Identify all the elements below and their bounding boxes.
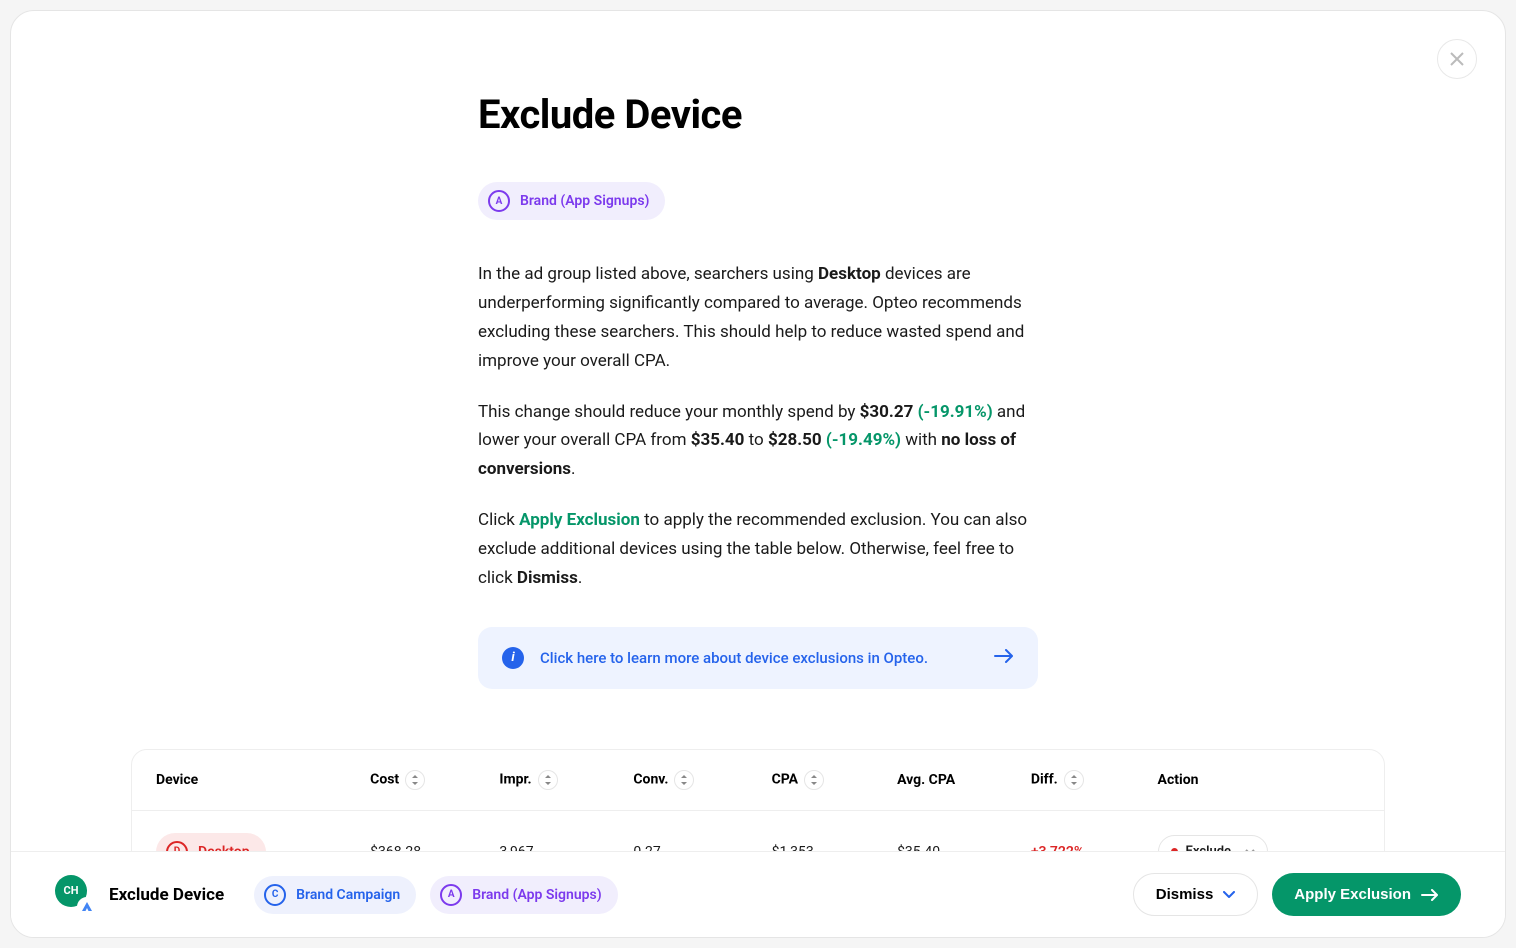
footer-adgroup-chip-label: Brand (App Signups) [472,887,601,903]
device-chip: D Desktop [156,833,266,851]
col-cost[interactable]: Cost [354,750,483,811]
close-icon [1450,52,1464,66]
adgroup-badge-icon: A [440,884,462,906]
chevron-down-icon [1245,844,1255,851]
sort-icon [1064,770,1084,790]
ad-group-badge-icon: A [488,190,510,212]
page-title: Exclude Device [478,91,1038,138]
cell-cpa: $1,353 [756,810,881,851]
device-table: Device Cost Impr. Conv. CPA Avg. CPA Dif… [131,749,1385,851]
col-cpa[interactable]: CPA [756,750,881,811]
apply-exclusion-button[interactable]: Apply Exclusion [1272,873,1461,916]
col-impr[interactable]: Impr. [483,750,617,811]
chevron-down-icon [1223,891,1235,899]
campaign-chip-label: Brand Campaign [296,887,400,903]
arrow-right-icon [1421,889,1439,901]
col-action: Action [1142,750,1384,811]
device-name: Desktop [198,844,250,851]
content-area: Exclude Device A Brand (App Signups) In … [11,11,1505,851]
modal-window: Exclude Device A Brand (App Signups) In … [10,10,1506,938]
avatar: CH [55,875,95,915]
sort-icon [405,770,425,790]
arrow-right-icon [994,648,1014,667]
campaign-badge-icon: C [264,884,286,906]
cell-avg-cpa: $35.40 [881,810,1015,851]
cell-impr: 3,967 [483,810,617,851]
campaign-chip[interactable]: C Brand Campaign [254,876,416,914]
col-diff[interactable]: Diff. [1015,750,1142,811]
cell-diff: +3,722% [1015,810,1142,851]
action-label: Exclude [1186,844,1232,851]
platform-icon [77,897,97,917]
action-select[interactable]: Exclude [1158,835,1268,851]
col-avg-cpa[interactable]: Avg. CPA [881,750,1015,811]
sort-icon [674,770,694,790]
sort-icon [538,770,558,790]
description: In the ad group listed above, searchers … [478,260,1038,593]
table-row: D Desktop $368.28 3,967 0.27 $1,353 $35.… [132,810,1384,851]
device-badge-icon: D [166,841,188,851]
col-conv[interactable]: Conv. [617,750,755,811]
sort-icon [804,770,824,790]
dismiss-button[interactable]: Dismiss [1133,873,1259,916]
footer-bar: CH Exclude Device C Brand Campaign A Bra… [11,851,1505,937]
info-banner[interactable]: i Click here to learn more about device … [478,627,1038,689]
footer-adgroup-chip[interactable]: A Brand (App Signups) [430,876,617,914]
ad-group-chip-label: Brand (App Signups) [520,193,649,209]
close-button[interactable] [1437,39,1477,79]
footer-title: Exclude Device [109,885,224,905]
cell-conv: 0.27 [617,810,755,851]
col-device[interactable]: Device [132,750,354,811]
info-banner-text: Click here to learn more about device ex… [540,649,994,667]
ad-group-chip[interactable]: A Brand (App Signups) [478,182,665,220]
cell-cost: $368.28 [354,810,483,851]
info-icon: i [502,647,524,669]
